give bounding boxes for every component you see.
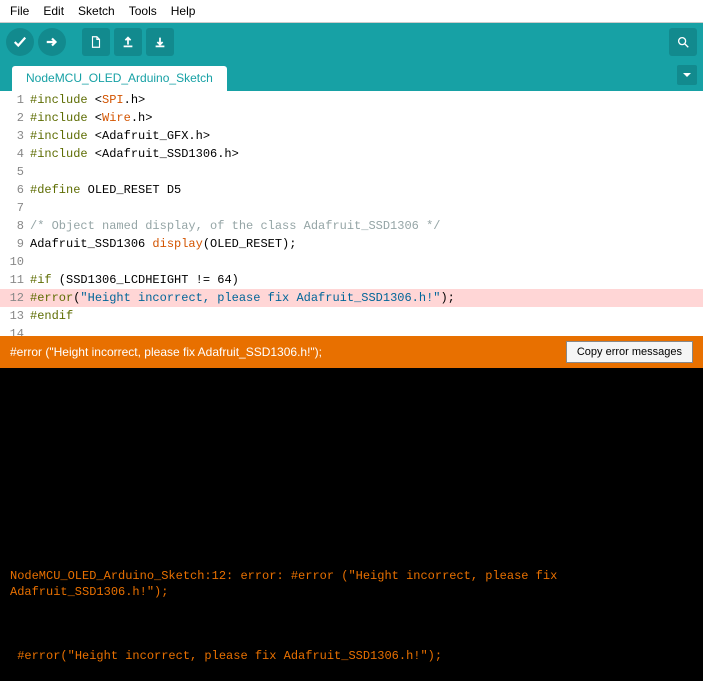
file-icon <box>89 35 103 49</box>
line-number: 5 <box>0 163 30 181</box>
menu-edit[interactable]: Edit <box>37 2 70 20</box>
toolbar <box>0 23 703 61</box>
code-line: #if (SSD1306_LCDHEIGHT != 64) <box>30 271 703 289</box>
line-number: 1 <box>0 91 30 109</box>
code-line: Adafruit_SSD1306 display(OLED_RESET); <box>30 235 703 253</box>
line-number: 12 <box>0 289 30 307</box>
code-line: #endif <box>30 307 703 325</box>
chevron-down-icon <box>682 70 692 80</box>
code-line: #include <SPI.h> <box>30 91 703 109</box>
line-number: 11 <box>0 271 30 289</box>
code-line: #include <Adafruit_SSD1306.h> <box>30 145 703 163</box>
open-button[interactable] <box>114 28 142 56</box>
serial-monitor-button[interactable] <box>669 28 697 56</box>
code-line: #include <Wire.h> <box>30 109 703 127</box>
tab-sketch[interactable]: NodeMCU_OLED_Arduino_Sketch <box>12 66 227 91</box>
error-summary: #error ("Height incorrect, please fix Ad… <box>10 345 322 359</box>
console-output[interactable]: NodeMCU_OLED_Arduino_Sketch:12: error: #… <box>0 368 703 681</box>
line-number: 4 <box>0 145 30 163</box>
code-line-error: #error("Height incorrect, please fix Ada… <box>30 289 703 307</box>
code-line: /* Object named display, of the class Ad… <box>30 217 703 235</box>
upload-button[interactable] <box>38 28 66 56</box>
verify-button[interactable] <box>6 28 34 56</box>
arrow-right-icon <box>45 35 59 49</box>
menu-tools[interactable]: Tools <box>123 2 163 20</box>
serial-monitor-icon <box>676 35 690 49</box>
arrow-down-icon <box>153 35 167 49</box>
line-number: 2 <box>0 109 30 127</box>
new-button[interactable] <box>82 28 110 56</box>
menu-bar: File Edit Sketch Tools Help <box>0 0 703 23</box>
save-button[interactable] <box>146 28 174 56</box>
menu-sketch[interactable]: Sketch <box>72 2 121 20</box>
error-bar: #error ("Height incorrect, please fix Ad… <box>0 336 703 368</box>
code-line: #include <Adafruit_GFX.h> <box>30 127 703 145</box>
line-number: 9 <box>0 235 30 253</box>
check-icon <box>13 35 27 49</box>
arrow-up-icon <box>121 35 135 49</box>
menu-file[interactable]: File <box>4 2 35 20</box>
line-number: 7 <box>0 199 30 217</box>
line-number: 3 <box>0 127 30 145</box>
line-number: 13 <box>0 307 30 325</box>
tab-bar: NodeMCU_OLED_Arduino_Sketch <box>0 61 703 91</box>
menu-help[interactable]: Help <box>165 2 202 20</box>
tab-menu-button[interactable] <box>677 65 697 85</box>
code-editor[interactable]: 1#include <SPI.h> 2#include <Wire.h> 3#i… <box>0 91 703 336</box>
code-line: #define OLED_RESET D5 <box>30 181 703 199</box>
console-line: #error("Height incorrect, please fix Ada… <box>10 648 693 664</box>
line-number: 8 <box>0 217 30 235</box>
copy-error-button[interactable]: Copy error messages <box>566 341 693 363</box>
line-number: 6 <box>0 181 30 199</box>
line-number: 14 <box>0 325 30 336</box>
console-line: NodeMCU_OLED_Arduino_Sketch:12: error: #… <box>10 568 693 600</box>
line-number: 10 <box>0 253 30 271</box>
